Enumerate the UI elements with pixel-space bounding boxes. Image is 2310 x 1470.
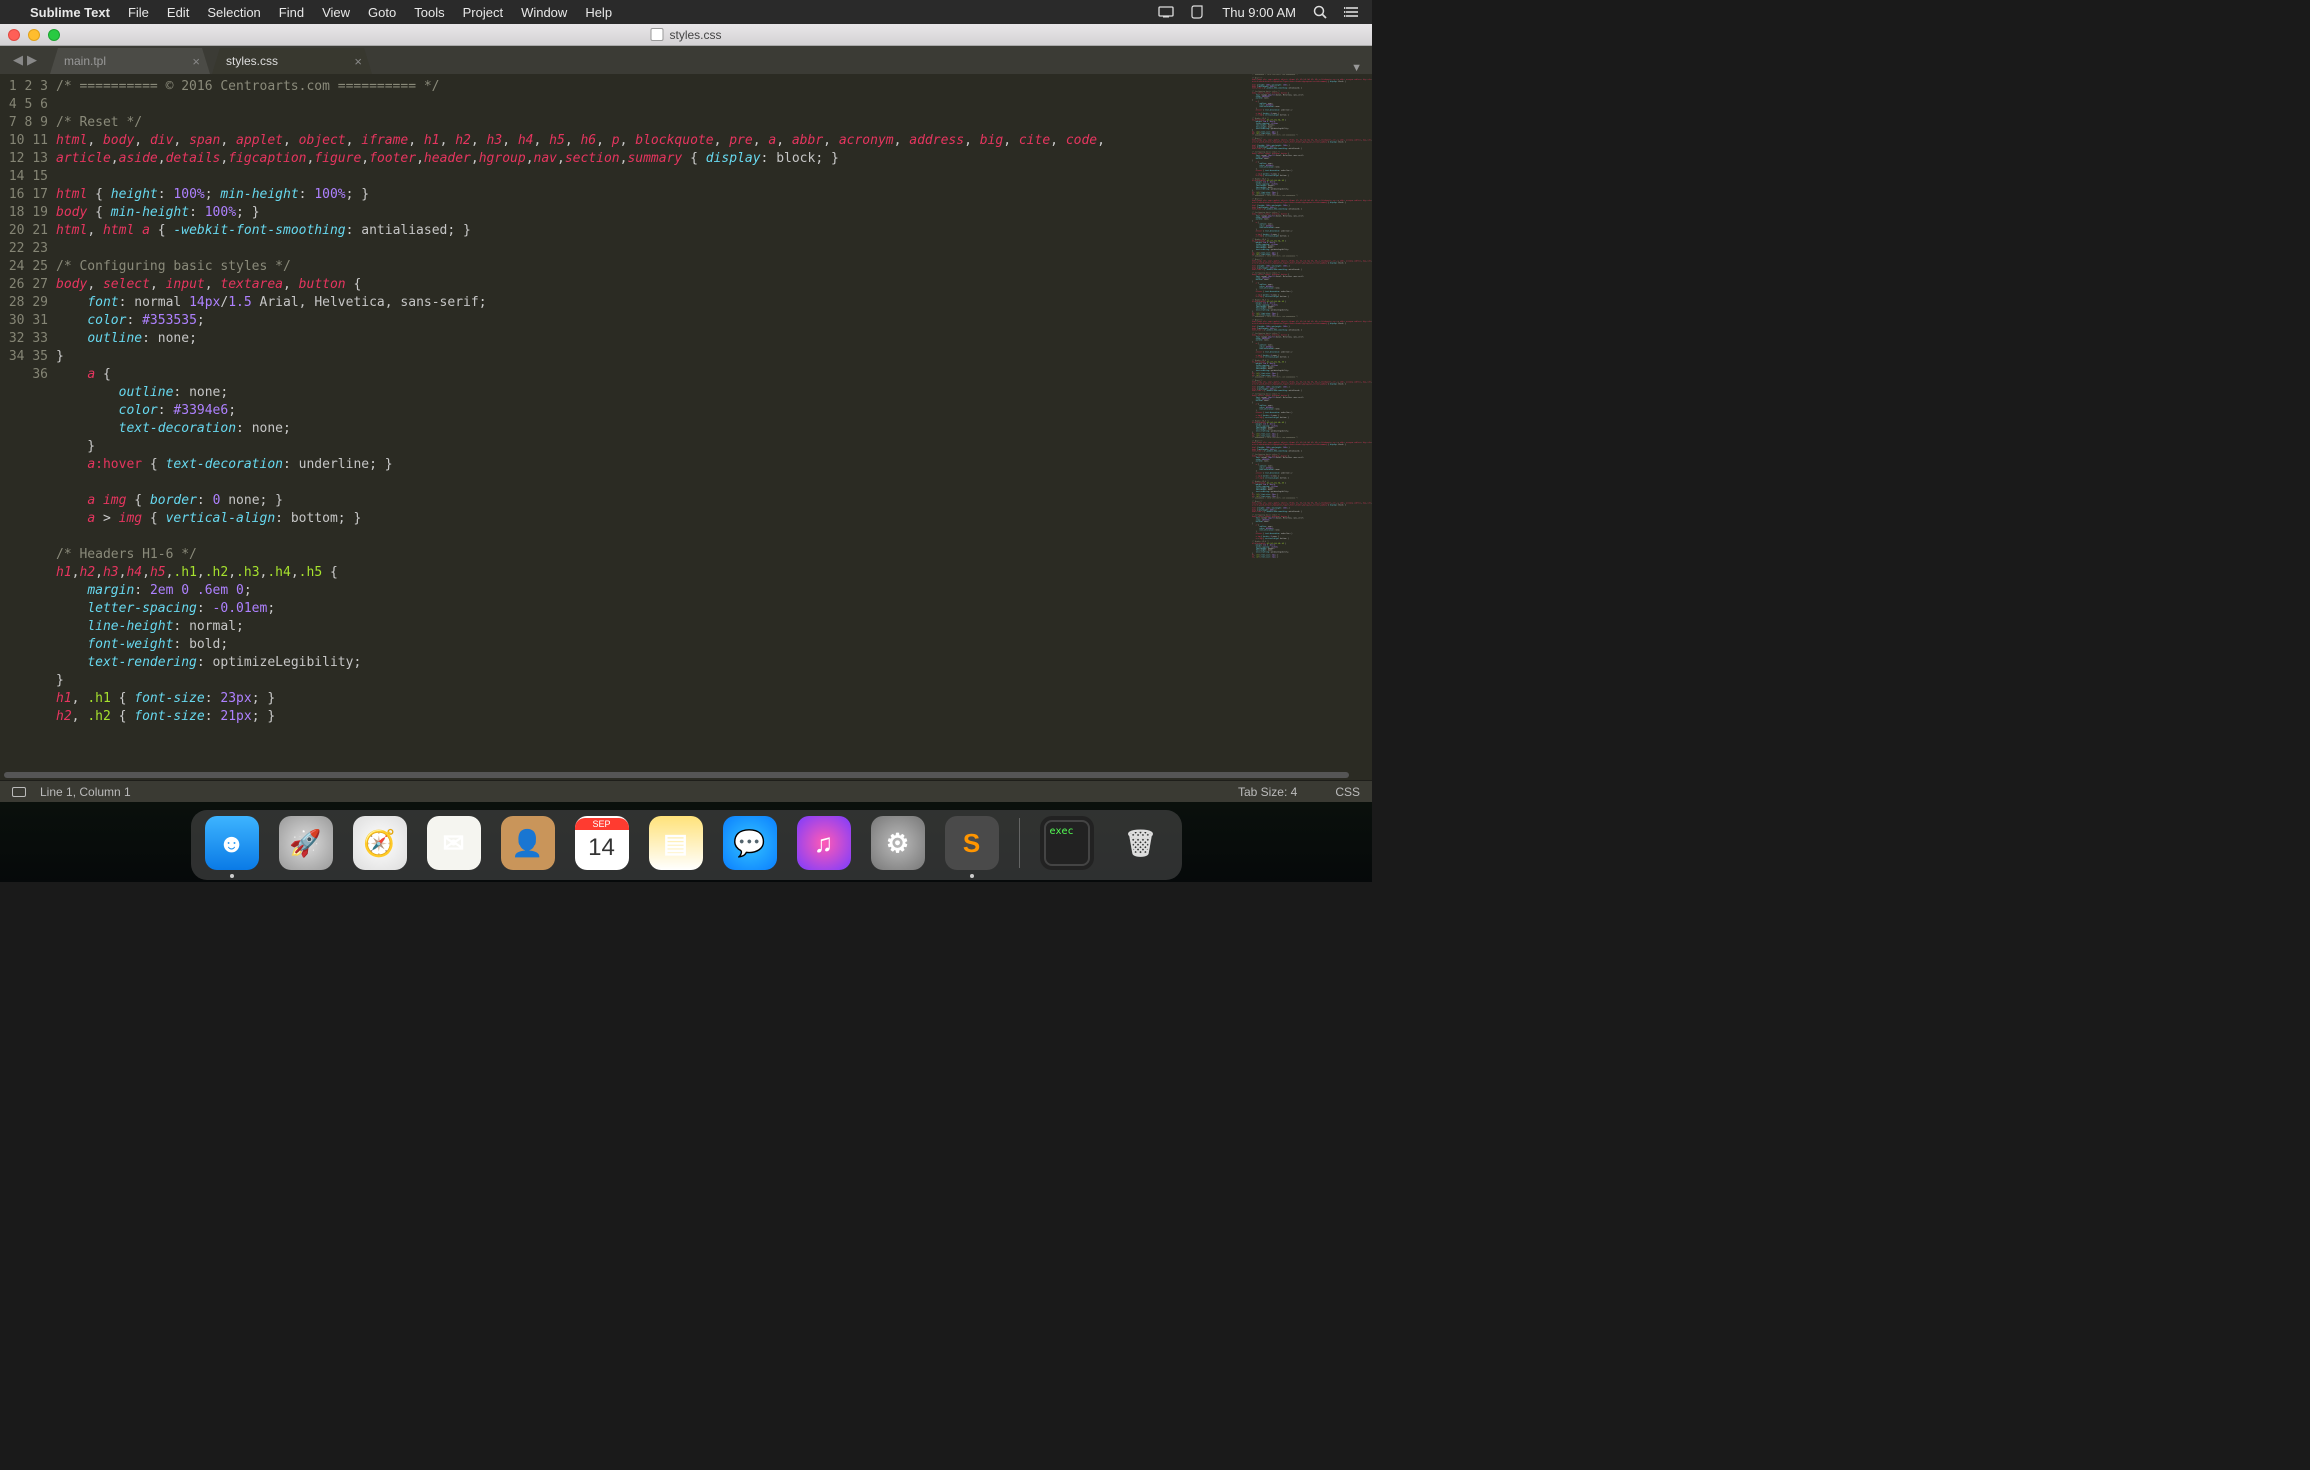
scrollbar-thumb[interactable] <box>4 772 1349 778</box>
tab-styles-css[interactable]: styles.css × <box>212 48 372 74</box>
horizontal-scrollbar[interactable] <box>0 770 1372 780</box>
desktop-dock-area: ☻ 🚀 🧭 ✉︎ 👤 SEP14 ▤ 💬 ♫ ⚙︎ Sexec 🗑 <box>0 802 1372 882</box>
macos-menubar: Sublime Text File Edit Selection Find Vi… <box>0 0 1372 24</box>
tab-label: main.tpl <box>64 54 106 68</box>
close-tab-icon[interactable]: × <box>354 54 362 69</box>
minimap[interactable]: /* ========== © 2016 Centroarts.com ====… <box>1252 74 1372 770</box>
tab-size[interactable]: Tab Size: 4 <box>1238 785 1297 799</box>
status-bar: Line 1, Column 1 Tab Size: 4 CSS <box>0 780 1372 802</box>
dock-preferences-icon[interactable]: ⚙︎ <box>871 816 925 870</box>
menu-window[interactable]: Window <box>521 5 567 20</box>
window-titlebar: styles.css <box>0 24 1372 46</box>
display-icon[interactable] <box>1158 4 1174 20</box>
dock-notes-icon[interactable]: ▤ <box>649 816 703 870</box>
menu-file[interactable]: File <box>128 5 149 20</box>
dock-mail-icon[interactable]: ✉︎ <box>427 816 481 870</box>
scripts-icon[interactable] <box>1190 4 1206 20</box>
tab-main-tpl[interactable]: main.tpl × <box>50 48 210 74</box>
close-window-button[interactable] <box>8 29 20 41</box>
tab-history-nav[interactable]: ◀ ▶ <box>0 46 50 74</box>
menu-edit[interactable]: Edit <box>167 5 189 20</box>
dock-finder-icon[interactable]: ☻ <box>205 816 259 870</box>
file-icon <box>650 28 663 41</box>
tab-label: styles.css <box>226 54 278 68</box>
menu-find[interactable]: Find <box>279 5 304 20</box>
code-content[interactable]: /* ========== © 2016 Centroarts.com ====… <box>56 74 1252 770</box>
menu-project[interactable]: Project <box>463 5 503 20</box>
dock-calendar-icon[interactable]: SEP14 <box>575 816 629 870</box>
close-tab-icon[interactable]: × <box>192 54 200 69</box>
minimize-window-button[interactable] <box>28 29 40 41</box>
dock: ☻ 🚀 🧭 ✉︎ 👤 SEP14 ▤ 💬 ♫ ⚙︎ Sexec 🗑 <box>191 810 1182 880</box>
forward-icon[interactable]: ▶ <box>27 52 37 68</box>
editor-area: 1 2 3 4 5 6 7 8 9 10 11 12 13 14 15 16 1… <box>0 74 1372 770</box>
back-icon[interactable]: ◀ <box>13 52 23 68</box>
clock[interactable]: Thu 9:00 AM <box>1222 5 1296 20</box>
dock-terminal-icon[interactable]: exec <box>1040 816 1094 870</box>
panel-switcher-icon[interactable] <box>12 787 26 797</box>
dock-contacts-icon[interactable]: 👤 <box>501 816 555 870</box>
dock-itunes-icon[interactable]: ♫ <box>797 816 851 870</box>
menu-selection[interactable]: Selection <box>207 5 260 20</box>
menu-view[interactable]: View <box>322 5 350 20</box>
cursor-position[interactable]: Line 1, Column 1 <box>40 785 131 799</box>
window-title: styles.css <box>669 28 721 42</box>
menu-help[interactable]: Help <box>585 5 612 20</box>
syntax-mode[interactable]: CSS <box>1335 785 1360 799</box>
line-number-gutter: 1 2 3 4 5 6 7 8 9 10 11 12 13 14 15 16 1… <box>0 74 56 770</box>
dock-messages-icon[interactable]: 💬 <box>723 816 777 870</box>
tab-bar: ◀ ▶ main.tpl × styles.css × ▼ <box>0 46 1372 74</box>
dock-trash-icon[interactable]: 🗑 <box>1114 816 1168 870</box>
dock-launchpad-icon[interactable]: 🚀 <box>279 816 333 870</box>
menu-tools[interactable]: Tools <box>414 5 444 20</box>
menu-goto[interactable]: Goto <box>368 5 396 20</box>
tab-dropdown-icon[interactable]: ▼ <box>1341 62 1372 74</box>
menu-list-icon[interactable] <box>1344 4 1360 20</box>
app-name[interactable]: Sublime Text <box>30 5 110 20</box>
spotlight-icon[interactable] <box>1312 4 1328 20</box>
dock-safari-icon[interactable]: 🧭 <box>353 816 407 870</box>
dock-divider <box>1019 818 1020 868</box>
zoom-window-button[interactable] <box>48 29 60 41</box>
dock-sublime-icon[interactable]: S <box>945 816 999 870</box>
